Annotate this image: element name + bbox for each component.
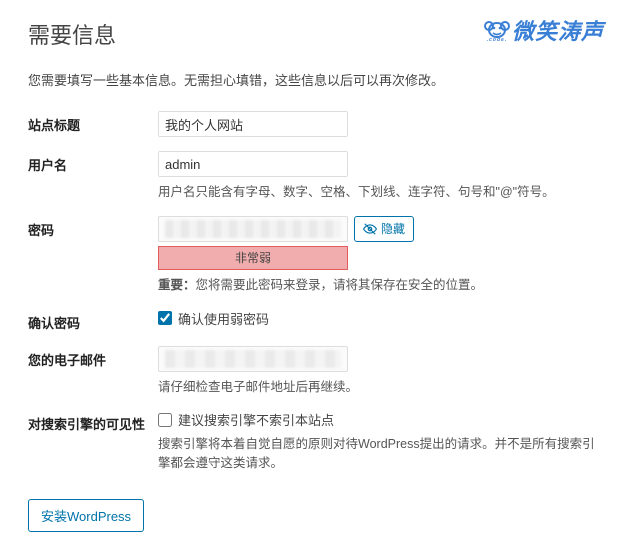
visibility-label: 对搜索引擎的可见性 bbox=[28, 410, 158, 433]
password-help: 重要：您将需要此密码来登录，请将其保存在安全的位置。 bbox=[158, 276, 604, 295]
hide-button-label: 隐藏 bbox=[381, 220, 405, 237]
watermark-text: 微笑涛声 bbox=[512, 14, 604, 46]
site-title-input[interactable] bbox=[158, 111, 348, 137]
email-label: 您的电子邮件 bbox=[28, 346, 158, 369]
site-title-label: 站点标题 bbox=[28, 111, 158, 134]
confirm-label: 确认密码 bbox=[28, 309, 158, 332]
watermark: .code. 微笑涛声 bbox=[484, 14, 604, 46]
confirm-checkbox-row[interactable]: 确认使用弱密码 bbox=[158, 309, 604, 328]
username-label: 用户名 bbox=[28, 151, 158, 174]
intro-text: 您需要填写一些基本信息。无需担心填错，这些信息以后可以再次修改。 bbox=[28, 70, 604, 89]
visibility-help: 搜索引擎将本着自觉自愿的原则对待WordPress提出的请求。并不是所有搜索引擎… bbox=[158, 435, 604, 473]
confirm-checkbox-label: 确认使用弱密码 bbox=[178, 309, 269, 328]
password-label: 密码 bbox=[28, 216, 158, 239]
hide-password-button[interactable]: 隐藏 bbox=[354, 216, 414, 242]
visibility-checkbox-label: 建议搜索引擎不索引本站点 bbox=[178, 410, 334, 429]
username-input[interactable] bbox=[158, 151, 348, 177]
monkey-icon: .code. bbox=[484, 18, 510, 42]
email-help: 请仔细检查电子邮件地址后再继续。 bbox=[158, 378, 604, 397]
svg-text:.code.: .code. bbox=[487, 37, 507, 42]
password-help-strong: 重要： bbox=[158, 278, 196, 292]
confirm-checkbox[interactable] bbox=[158, 311, 172, 325]
username-help: 用户名只能含有字母、数字、空格、下划线、连字符、句号和"@"符号。 bbox=[158, 183, 604, 202]
eye-off-icon bbox=[363, 222, 377, 236]
email-input[interactable] bbox=[158, 346, 348, 372]
visibility-checkbox-row[interactable]: 建议搜索引擎不索引本站点 bbox=[158, 410, 604, 429]
password-input[interactable] bbox=[158, 216, 348, 242]
visibility-checkbox[interactable] bbox=[158, 413, 172, 427]
install-button[interactable]: 安装WordPress bbox=[28, 499, 144, 532]
password-strength: 非常弱 bbox=[158, 246, 348, 270]
